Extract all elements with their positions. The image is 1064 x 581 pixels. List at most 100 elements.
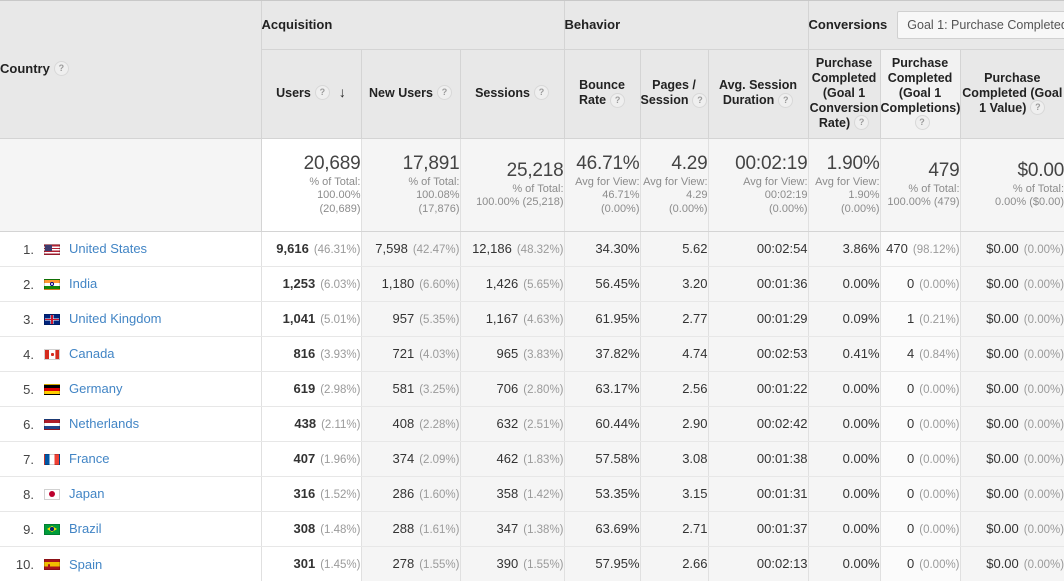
summary-sub-line: Avg for View: [643,175,708,188]
country-link[interactable]: Spain [69,557,102,572]
dimension-header-country[interactable]: Country? [0,1,262,139]
country-link[interactable]: India [69,277,97,292]
conversion-goal-dropdown[interactable]: Goal 1: Purchase Completed [897,10,1064,39]
summary-goal1-completions-value: 479 [928,159,960,181]
country-link[interactable]: Japan [69,487,104,502]
cell-value: $0.00 [986,521,1019,536]
cell-value: 301 [293,556,316,572]
column-header-goal1-conversion-rate[interactable]: Purchase Completed (Goal 1 Conversion Ra… [808,49,881,139]
cell-pages_session: 2.90 [640,406,709,442]
cell-goal1_value: $0.00 (0.00%) [960,301,1064,337]
summary-pages-per-session-sub: Avg for View: 4.29 (0.00%) [641,175,708,217]
help-icon[interactable]: ? [53,61,69,77]
cell-percent: (2.80%) [523,384,564,396]
summary-new-users-sub: % of Total: 100.08% (17,876) [362,176,460,217]
cell-percent: (0.00%) [919,384,960,396]
table-body: 1. United States 9,616 (46.31%) 7,598 (42.47%… [0,231,1064,581]
cell-goal1_conv_rate: 0.41% [808,336,881,372]
cell-percent: (4.03%) [419,349,460,361]
summary-sub-line: 100.00% [317,189,361,202]
cell-value: 63.69% [595,521,640,536]
country-link[interactable]: Canada [69,347,115,362]
cell-value: 957 [392,311,415,326]
cell-pages_session: 5.62 [640,231,709,267]
row-country-cell: 8. Japan [0,476,262,512]
cell-value: 2.77 [682,311,708,326]
cell-value: 00:01:29 [756,311,808,326]
cell-new_users: 286 (1.60%) [361,476,461,512]
country-link[interactable]: France [69,452,109,467]
sort-descending-icon[interactable]: ↓ [339,85,346,100]
cell-goal1_completions: 0 (0.00%) [880,546,961,581]
help-icon[interactable]: ? [692,92,708,108]
help-icon[interactable]: ? [1030,100,1046,116]
country-link[interactable]: United States [69,242,147,257]
column-header-sessions[interactable]: Sessions? [460,49,565,139]
cell-bounce_rate: 60.44% [564,406,641,442]
cell-value: 00:01:36 [756,276,808,291]
cell-value: 619 [293,381,316,396]
cell-percent: (0.00%) [1023,419,1064,431]
column-header-new-users[interactable]: New Users? [361,49,461,139]
cell-percent: (98.12%) [912,244,960,256]
flag-france-icon [44,453,60,465]
cell-users: 301 (1.45%) [261,546,362,581]
summary-sub-line: 100.08% [416,189,460,202]
column-header-goal1-value[interactable]: Purchase Completed (Goal 1 Value)? [960,49,1064,139]
flag-brazil-icon [44,523,60,535]
cell-value: 63.17% [595,381,640,396]
cell-goal1_completions: 0 (0.00%) [880,266,961,302]
country-link[interactable]: Germany [69,382,122,397]
column-header-pages-per-session[interactable]: Pages / Session? [640,49,709,139]
cell-percent: (42.47%) [412,244,460,256]
help-icon[interactable]: ? [610,92,626,108]
table-row: 6. Netherlands 438 (2.11%) 408 (2.28%) 632 (2.5… [0,406,1064,442]
summary-users-sub: % of Total: 100.00% (20,689) [262,175,361,217]
cell-value: 2.56 [682,381,708,396]
row-index: 5. [23,381,34,397]
cell-percent: (6.60%) [419,279,460,291]
summary-sub-line: % of Total: [309,175,361,188]
country-link[interactable]: United Kingdom [69,312,162,327]
cell-percent: (0.00%) [1023,489,1064,501]
column-header-users[interactable]: Users? ↓ [261,49,362,139]
cell-goal1_completions: 0 (0.00%) [880,476,961,512]
cell-goal1_conv_rate: 0.00% [808,511,881,547]
cell-value: 53.35% [595,486,640,501]
column-header-avg-session-duration[interactable]: Avg. Session Duration? [708,49,809,139]
help-icon[interactable]: ? [314,85,330,101]
cell-pages_session: 2.56 [640,371,709,407]
cell-percent: (2.09%) [419,454,460,466]
cell-value: 5.62 [682,241,708,256]
cell-value: 4.74 [682,346,708,361]
country-link[interactable]: Netherlands [69,417,139,432]
cell-value: 0.00% [842,521,880,536]
table-row: 2. India 1,253 (6.03%) 1,180 (6.60%) 1,426 (5.6… [0,266,1064,302]
row-index: 3. [23,311,34,327]
help-icon[interactable]: ? [854,115,870,131]
row-index: 1. [23,241,34,257]
cell-avg_session_duration: 00:01:37 [708,511,809,547]
column-header-bounce-rate[interactable]: Bounce Rate? [564,49,641,139]
cell-users: 9,616 (46.31%) [261,231,362,267]
group-label-behavior: Behavior [564,17,621,33]
cell-percent: (5.65%) [523,279,564,291]
summary-goal1-completions-sub: % of Total: 100.00% (479) [881,183,959,210]
summary-goal1-conversion-rate-sub: Avg for View: 1.90% (0.00%) [809,176,879,217]
flag-japan-icon [44,488,60,500]
cell-value: 2.71 [682,521,708,536]
help-icon[interactable]: ? [533,85,549,101]
help-icon[interactable]: ? [436,85,452,101]
country-link[interactable]: Brazil [69,522,102,537]
row-country-cell: 7. France [0,441,262,477]
help-icon[interactable]: ? [778,92,794,108]
table-row: 4. Canada 816 (3.93%) 721 (4.03%) 965 (3.83%) 37… [0,336,1064,372]
column-header-goal1-completions[interactable]: Purchase Completed (Goal 1 Completions)? [880,49,961,139]
help-icon[interactable]: ? [914,115,930,131]
cell-value: 0.00% [842,451,880,466]
cell-value: 0.00% [842,486,880,501]
row-country-cell: 6. Netherlands [0,406,262,442]
summary-sub-line: 4.29 [686,189,708,202]
cell-value: 00:01:38 [756,451,808,466]
conversion-goal-value: Goal 1: Purchase Completed [907,17,1064,32]
